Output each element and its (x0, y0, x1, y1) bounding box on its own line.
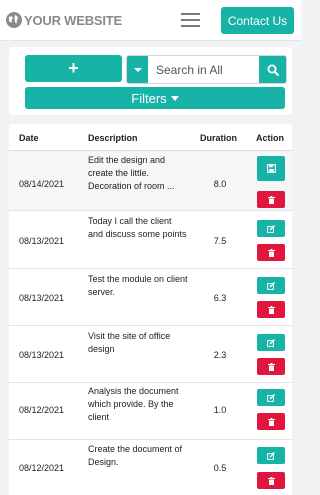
filters-label: Filters (131, 90, 167, 106)
row-date: 08/13/2021 (19, 293, 65, 303)
save-icon (266, 164, 276, 173)
row-description: Today I call the client and discuss some… (88, 216, 187, 239)
search-scope-dropdown[interactable] (127, 56, 148, 83)
add-button[interactable]: + (25, 55, 122, 82)
logo-text: YOUR WEBSITE (24, 12, 122, 28)
edit-icon (267, 224, 275, 233)
row-description: Visit the site of office design (88, 331, 171, 354)
site-logo[interactable]: YOUR WEBSITE (6, 11, 122, 29)
row-duration: 6.3 (213, 293, 227, 303)
edit-button[interactable] (257, 334, 285, 351)
trash-icon (267, 305, 275, 314)
delete-button[interactable] (257, 191, 285, 208)
row-duration: 2.3 (213, 350, 227, 360)
row-description: Analysis the document which provide. By … (88, 386, 179, 422)
delete-button[interactable] (257, 244, 285, 261)
edit-button[interactable] (257, 220, 285, 237)
row-duration: 0.5 (213, 463, 227, 473)
delete-button[interactable] (257, 472, 285, 489)
trash-icon (267, 417, 275, 426)
table-header: Date Description Duration Action (9, 124, 292, 151)
contact-us-button[interactable]: Contact Us (221, 7, 294, 34)
trash-icon (267, 195, 275, 204)
column-header-duration: Duration (200, 133, 237, 143)
search-button[interactable] (259, 56, 286, 83)
search-icon (267, 64, 279, 76)
row-date: 08/12/2021 (19, 463, 65, 473)
table-row: 08/13/2021 Test the module on client ser… (9, 269, 292, 326)
table-row: 08/12/2021 Analysis the document which p… (9, 383, 292, 440)
edit-button[interactable] (257, 389, 285, 406)
row-duration: 7.5 (213, 236, 227, 246)
delete-button[interactable] (257, 413, 285, 430)
caret-down-icon (170, 95, 179, 101)
edit-icon (267, 281, 275, 290)
delete-button[interactable] (257, 301, 285, 318)
row-duration: 1.0 (213, 405, 227, 415)
site-header: YOUR WEBSITE Contact Us (0, 0, 301, 41)
table-row: 08/13/2021 Visit the site of office desi… (9, 326, 292, 383)
column-header-action: Action (256, 133, 284, 143)
hamburger-icon[interactable] (181, 10, 201, 28)
row-date: 08/14/2021 (19, 179, 65, 189)
trash-icon (267, 476, 275, 485)
column-header-description: Description (88, 133, 138, 143)
edit-button[interactable] (257, 277, 285, 294)
table-row: 08/12/2021 Create the document of Design… (9, 440, 292, 495)
row-date: 08/13/2021 (19, 350, 65, 360)
row-date: 08/12/2021 (19, 405, 65, 415)
table-row: 08/13/2021 Today I call the client and d… (9, 211, 292, 269)
edit-icon (267, 451, 275, 460)
row-description: Edit the design and create the little. D… (88, 155, 175, 191)
delete-button[interactable] (257, 358, 285, 375)
globe-icon (6, 12, 22, 28)
row-description: Create the document of Design. (88, 444, 183, 467)
trash-icon (267, 362, 275, 371)
row-date: 08/13/2021 (19, 236, 65, 246)
table-row: 08/14/2021 Edit the design and create th… (9, 151, 292, 211)
chevron-down-icon (133, 67, 142, 72)
column-header-date: Date (19, 133, 39, 143)
edit-icon (267, 338, 275, 347)
search-group (126, 55, 287, 84)
trash-icon (267, 248, 275, 257)
filters-button[interactable]: Filters (25, 87, 285, 109)
edit-button[interactable] (257, 447, 285, 464)
row-duration: 8.0 (213, 179, 227, 189)
toolbar-card: + Filters (9, 47, 292, 115)
save-button[interactable] (257, 156, 285, 181)
row-description: Test the module on client server. (88, 274, 188, 297)
search-input[interactable] (150, 56, 260, 83)
edit-icon (267, 393, 275, 402)
timesheet-table: Date Description Duration Action 08/14/2… (9, 124, 292, 495)
